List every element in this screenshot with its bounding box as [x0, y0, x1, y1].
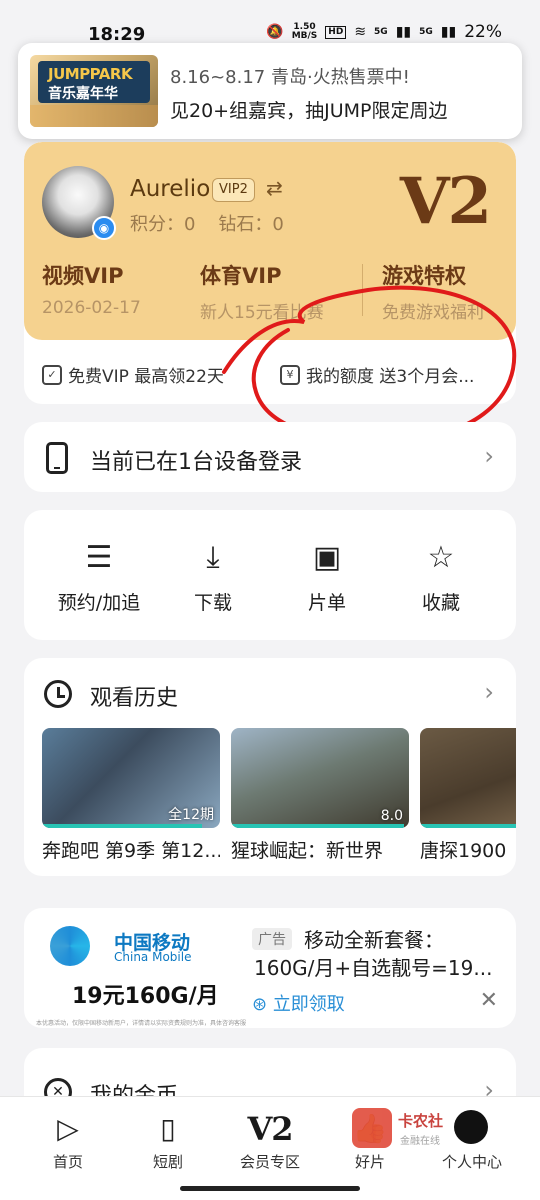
history-label: 猩球崛起：新世界 [231, 840, 384, 862]
status-time: 18:29 [88, 24, 146, 45]
battery-level: 22% [464, 22, 502, 42]
watch-history: 观看历史 › 全12期 奔跑吧 第9季 第12... 8.0 猩球崛起：新世界 … [24, 658, 516, 876]
action-playlist[interactable]: ▣ 片单 [272, 538, 382, 615]
vip-card-header[interactable]: ◉ Aurelio VIP2 ⇄ 积分：0 钻石：0 V2 视频VIP 2026… [24, 142, 516, 340]
nav-vip-zone[interactable]: V2 会员专区 [220, 1109, 320, 1172]
watermark-logo: 卡农社 金融在线 [352, 1108, 472, 1152]
history-item[interactable]: 全12期 奔跑吧 第9季 第12... [42, 728, 220, 863]
history-item[interactable]: 8.0 猩球崛起：新世界 [231, 728, 409, 863]
watch-history-title: 观看历史 [90, 686, 179, 711]
calendar-check-icon: ✓ [42, 364, 62, 385]
notification-body: 见20+组嘉宾，抽JUMP限定周边 [170, 100, 448, 122]
history-thumbnail: 全12期 [42, 728, 220, 828]
history-progress [420, 824, 516, 828]
ad-price: 19元160G/月 [72, 984, 219, 1009]
watermark-mark-icon [352, 1108, 392, 1148]
playlist-icon: ▣ [312, 540, 342, 575]
history-label: 奔跑吧 第9季 第12... [42, 840, 220, 862]
mute-icon: 🔕 [266, 24, 284, 40]
device-login-text: 当前已在1台设备登录 [90, 450, 302, 475]
signal-5g-icon: 5G [374, 26, 388, 37]
vip-level-badge: VIP2 [212, 178, 255, 202]
history-badge: 8.0 [380, 808, 403, 824]
ad-card[interactable]: 中国移动 China Mobile 19元160G/月 本优惠活动，仅限中国移动… [24, 908, 516, 1028]
benefit-game-privilege[interactable]: 游戏特权 免费游戏福利 [382, 260, 484, 323]
thumbnail-decoration [30, 105, 158, 127]
china-mobile-logo-icon [50, 926, 90, 966]
signal-bars-icon: ▮▮ [395, 24, 412, 40]
benefit-divider [362, 264, 363, 316]
points-value: 0 [184, 214, 196, 235]
status-bar: 18:29 🔕 1.50 MB/S HD ≋ 5G ▮▮ 5G ▮▮ 22% [0, 0, 540, 48]
ad-tag: 广告 [252, 928, 292, 950]
close-icon[interactable]: ✕ [480, 988, 498, 1013]
vip-level-large: V2 [399, 164, 492, 239]
action-reserve[interactable]: ☰ 预约/加追 [44, 538, 154, 615]
history-progress [42, 824, 203, 828]
notification-thumbnail: JUMPPARK 音乐嘉年华 [30, 55, 158, 127]
signal-5g-icon-2: 5G [419, 26, 433, 37]
list-check-icon: ☰ [85, 540, 113, 575]
yuan-search-icon: ¥ [280, 364, 300, 385]
download-icon: ⤓ [206, 540, 220, 575]
phone-icon [46, 442, 68, 474]
nav-home[interactable]: ▷ 首页 [18, 1109, 118, 1172]
history-thumbnail [420, 728, 516, 828]
jumppark-logo: JUMPPARK 音乐嘉年华 [38, 61, 150, 103]
v2-vip-icon: V2 [247, 1110, 293, 1148]
free-vip-link[interactable]: ✓ 免费VIP 最高领22天 [42, 362, 224, 387]
network-speed: 1.50 MB/S [291, 22, 318, 41]
switch-account-icon[interactable]: ⇄ [266, 176, 283, 200]
chevron-right-icon[interactable]: › [484, 678, 494, 706]
signal-bars-icon-2: ▮▮ [440, 24, 457, 40]
history-progress [231, 824, 404, 828]
benefit-video-vip[interactable]: 视频VIP 2026-02-17 [42, 260, 141, 318]
diamonds-value: 0 [272, 214, 284, 235]
history-badge: 全12期 [168, 807, 214, 823]
device-login-row[interactable]: 当前已在1台设备登录 › [24, 422, 516, 492]
home-play-icon: ▷ [57, 1112, 79, 1145]
history-item[interactable]: 唐探1900 [420, 728, 516, 863]
chevron-right-icon: › [484, 442, 494, 470]
vip-card: ◉ Aurelio VIP2 ⇄ 积分：0 钻石：0 V2 视频VIP 2026… [24, 142, 516, 404]
history-thumbnail: 8.0 [231, 728, 409, 828]
short-drama-icon: ▯ [160, 1112, 176, 1145]
action-download[interactable]: ⤓ 下载 [158, 538, 268, 615]
arrow-circle-icon: ⊛ [252, 994, 273, 1015]
qq-badge-icon: ◉ [92, 216, 116, 240]
ad-cta-button[interactable]: ⊛ 立即领取 [252, 990, 345, 1016]
my-quota-link[interactable]: ¥ 我的额度 送3个月会... [280, 362, 474, 387]
action-favorites[interactable]: ☆ 收藏 [386, 538, 496, 615]
quick-actions: ☰ 预约/加追 ⤓ 下载 ▣ 片单 ☆ 收藏 [24, 510, 516, 640]
benefit-sports-vip[interactable]: 体育VIP 新人15元看比赛 [200, 260, 324, 323]
status-icons: 🔕 1.50 MB/S HD ≋ 5G ▮▮ 5G ▮▮ 22% [266, 22, 502, 42]
hd-icon: HD [325, 25, 347, 39]
notification-title: 8.16~8.17 青岛·火热售票中! [170, 67, 410, 88]
clock-icon [44, 680, 72, 708]
vip-stats: 积分：0 钻石：0 [130, 214, 284, 235]
nav-short-drama[interactable]: ▯ 短剧 [118, 1109, 218, 1172]
wifi-icon: ≋ [354, 24, 367, 40]
ad-brand-en: China Mobile [114, 950, 192, 964]
notification-banner[interactable]: JUMPPARK 音乐嘉年华 8.16~8.17 青岛·火热售票中! 见20+组… [18, 43, 522, 139]
username: Aurelio [130, 176, 211, 202]
ad-fine-print: 本优惠活动，仅限中国移动新用户，详情请以实际资费规则为准，具体咨询客服 [36, 1020, 247, 1027]
vip-links: ✓ 免费VIP 最高领22天 ¥ 我的额度 送3个月会... [24, 340, 516, 404]
star-icon: ☆ [427, 540, 455, 575]
home-indicator[interactable] [180, 1186, 360, 1191]
history-label: 唐探1900 [420, 840, 507, 862]
